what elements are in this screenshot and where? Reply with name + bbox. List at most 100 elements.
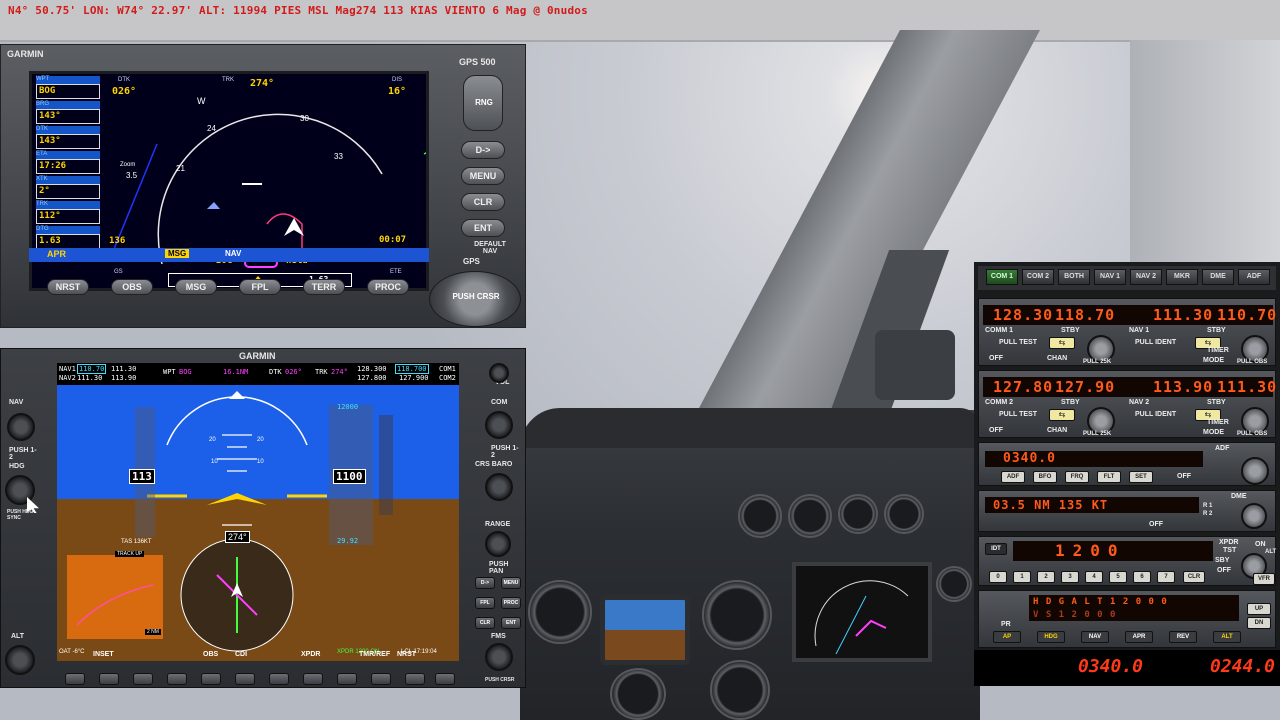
pitch-label-20-left: 20 (209, 437, 216, 443)
gps-clr-button[interactable]: CLR (461, 193, 505, 211)
audio-nav2-button[interactable]: NAV 2 (1130, 269, 1162, 285)
ap-engage-button[interactable]: AP (993, 631, 1021, 643)
altimeter-gauge (702, 580, 772, 650)
gps-terr-button[interactable]: TERR (303, 279, 345, 295)
gps-crsr-knob[interactable]: PUSH CRSR (429, 271, 521, 327)
pfd-direct-to-button[interactable]: D-> (475, 577, 495, 589)
xpdr-digit-5[interactable]: 5 (1109, 571, 1127, 583)
pfd-softkey-12[interactable] (435, 673, 455, 685)
pfd-hdg-label: HDG (9, 463, 25, 470)
pfd-softkey-6[interactable] (235, 673, 255, 685)
pfd-fpl-button[interactable]: FPL (475, 597, 495, 609)
adf-bfo-button[interactable]: BFO (1033, 471, 1057, 483)
audio-nav1-button[interactable]: NAV 1 (1094, 269, 1126, 285)
ap-apr-button[interactable]: APR (1125, 631, 1153, 643)
pfd-range-knob[interactable] (485, 531, 511, 557)
pfd-softkey-5[interactable] (201, 673, 221, 685)
audio-adf-button[interactable]: ADF (1238, 269, 1270, 285)
adf-flt-button[interactable]: FLT (1097, 471, 1121, 483)
audio-mkr-button[interactable]: MKR (1166, 269, 1198, 285)
pfd-clr-button[interactable]: CLR (475, 617, 495, 629)
comm-nav-1-radio: 128.30 118.70 111.30 110.70 COMM 1 STBY … (978, 298, 1276, 366)
gps-msg-annunciator: MSG (165, 249, 190, 258)
pfd-hdg-sync-label: PUSH HDG SYNC (7, 509, 34, 521)
ap-up-button[interactable]: UP (1247, 603, 1271, 615)
pfd-softkey-4[interactable] (167, 673, 187, 685)
pfd-softkey-7[interactable] (269, 673, 289, 685)
adf-mode-button[interactable]: ADF (1001, 471, 1025, 483)
gps-nrst-button[interactable]: NRST (47, 279, 89, 295)
gps-compass-w: W (197, 96, 206, 106)
audio-panel: COM 1 COM 2 BOTH NAV 1 NAV 2 MKR DME ADF (978, 266, 1276, 290)
dme-mode-knob[interactable] (1241, 503, 1267, 529)
gps-range-button[interactable]: RNG (463, 75, 503, 131)
pfd-nav-knob[interactable] (7, 413, 35, 441)
pfd-softkey-2[interactable] (99, 673, 119, 685)
pfd-fms-knob[interactable] (485, 643, 513, 671)
audio-dme-button[interactable]: DME (1202, 269, 1234, 285)
mouse-cursor-icon (27, 497, 39, 513)
ap-alt-button[interactable]: ALT (1213, 631, 1241, 643)
gps-proc-button[interactable]: PROC (367, 279, 409, 295)
pfd-softkey-11[interactable] (405, 673, 425, 685)
gps-fpl-button[interactable]: FPL (239, 279, 281, 295)
xpdr-digit-7[interactable]: 7 (1157, 571, 1175, 583)
ap-dn-button[interactable]: DN (1247, 617, 1271, 629)
ap-rev-button[interactable]: REV (1169, 631, 1197, 643)
xpdr-digit-4[interactable]: 4 (1085, 571, 1103, 583)
audio-com1-button[interactable]: COM 1 (986, 269, 1018, 285)
adf-set-button[interactable]: SET (1129, 471, 1153, 483)
pfd-vol-knob[interactable] (489, 363, 509, 383)
gps-field-eta[interactable]: ETA 17:26 (34, 151, 100, 175)
pfd-fms-push-label: PUSH CRSR (485, 677, 515, 683)
gps-obs-button[interactable]: OBS (111, 279, 153, 295)
gps-ete-value: 00:07 (379, 235, 407, 245)
audio-com2-button[interactable]: COM 2 (1022, 269, 1054, 285)
comm2-active: 127.80 (993, 378, 1054, 396)
xpdr-digit-3[interactable]: 3 (1061, 571, 1079, 583)
pfd-softkey-8[interactable] (303, 673, 323, 685)
xpdr-digit-1[interactable]: 1 (1013, 571, 1031, 583)
gps-msg-button[interactable]: MSG (175, 279, 217, 295)
pfd-softkey-9[interactable] (337, 673, 357, 685)
pfd-softkey-1[interactable] (65, 673, 85, 685)
xpdr-digit-6[interactable]: 6 (1133, 571, 1151, 583)
comm1-transfer-button[interactable]: ⇆ (1049, 337, 1075, 349)
adf-tuning-knob[interactable] (1241, 457, 1269, 485)
gps-direct-to-button[interactable]: D-> (461, 141, 505, 159)
pfd-nav1-active: 110.70 (77, 364, 107, 374)
gps-field-dtg[interactable]: DTG 1.63 (34, 226, 100, 250)
pfd-com-knob[interactable] (485, 411, 513, 439)
gps-menu-button[interactable]: MENU (461, 167, 505, 185)
adf-frq-button[interactable]: FRQ (1065, 471, 1089, 483)
xpdr-ident-button[interactable]: IDT (985, 543, 1007, 555)
pfd-alt-knob[interactable] (5, 645, 35, 675)
xpdr-clr-button[interactable]: CLR (1183, 571, 1205, 583)
pfd-menu-button[interactable]: MENU (501, 577, 521, 589)
flight-sim-cockpit: N4° 50.75' LON: W74° 22.97' ALT: 11994 P… (0, 0, 1280, 720)
pfd-crs-baro-knob[interactable] (485, 473, 513, 501)
xpdr-digit-0[interactable]: 0 (989, 571, 1007, 583)
pfd-screen[interactable]: NAV1 110.70 111.30 NAV2 111.30 113.90 WP… (57, 363, 459, 661)
pfd-softkey-10[interactable] (371, 673, 391, 685)
pfd-brand-label: GARMIN (239, 351, 276, 361)
xpdr-vfr-button[interactable]: VFR (1253, 573, 1275, 585)
gps-field-brg[interactable]: BRG 143° (34, 101, 100, 125)
gps-nav-tab[interactable]: NAV (225, 249, 241, 258)
pfd-com1-active: 128.300 (357, 365, 387, 373)
pfd-ent-button[interactable]: ENT (501, 617, 521, 629)
comm2-transfer-button[interactable]: ⇆ (1049, 409, 1075, 421)
gps-field-wpt[interactable]: WPT BOG (34, 76, 100, 100)
gps-field-trk[interactable]: TRK 112° (34, 201, 100, 225)
xpdr-digit-2[interactable]: 2 (1037, 571, 1055, 583)
pfd-wpt-value: BOG (179, 368, 192, 376)
ap-hdg-button[interactable]: HDG (1037, 631, 1065, 643)
gps-field-dtk[interactable]: DTK 143° (34, 126, 100, 150)
gps-field-xtk[interactable]: XTK 2° (34, 176, 100, 200)
gps-ent-button[interactable]: ENT (461, 219, 505, 237)
pfd-proc-button[interactable]: PROC (501, 597, 521, 609)
pfd-softkey-3[interactable] (133, 673, 153, 685)
pfd-crs-baro-label: CRS BARO (475, 461, 513, 468)
ap-nav-button[interactable]: NAV (1081, 631, 1109, 643)
audio-both-button[interactable]: BOTH (1058, 269, 1090, 285)
